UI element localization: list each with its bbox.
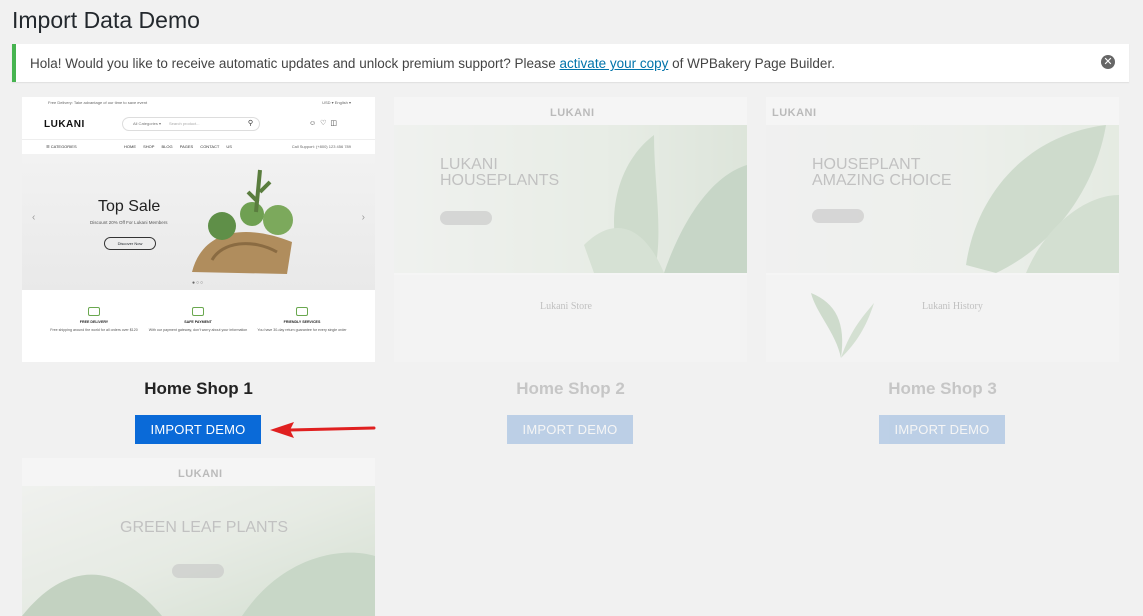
demo-title: Home Shop 2 bbox=[516, 379, 625, 398]
thumb-topbar: Free Delivery: Take advantage of our tim… bbox=[22, 97, 375, 107]
plant-image bbox=[966, 125, 1119, 273]
demo-thumbnail[interactable]: LUKANI LUKANI HOUSEPLANTS Lukani Store bbox=[394, 97, 747, 362]
feature-text: Free shipping around the world for all o… bbox=[50, 328, 138, 332]
page-title: Import Data Demo bbox=[12, 7, 200, 33]
thumb-topbar-right: USD ▾ English ▾ bbox=[322, 100, 351, 105]
thumb-logo: LUKANI bbox=[772, 107, 817, 119]
thumb-hero: GREEN LEAF PLANTS bbox=[22, 486, 375, 616]
demo-title: Home Shop 1 bbox=[144, 379, 253, 398]
thumb-lower: Lukani History bbox=[766, 275, 1119, 362]
thumb-hero: LUKANI HOUSEPLANTS bbox=[394, 125, 747, 273]
feature-name: FRIENDLY SERVICES bbox=[283, 320, 321, 324]
thumb-search: All Categories ▾ Search product... ⚲ bbox=[122, 117, 260, 131]
thumb-features: FREE DELIVERY Free shipping around the w… bbox=[22, 307, 375, 362]
thumb-hero-button: Discover Now bbox=[104, 237, 156, 250]
thumb-lower: Lukani Store bbox=[394, 275, 747, 362]
chevron-left-icon: ‹ bbox=[32, 212, 36, 223]
demo-card-home-shop-3: LUKANI HOUSEPLANT AMAZING CHOICE Lukani … bbox=[766, 97, 1119, 444]
thumb-topbar-left: Free Delivery: Take advantage of our tim… bbox=[48, 100, 148, 105]
notice-message: Hola! Would you like to receive automati… bbox=[30, 56, 835, 71]
thumb-nav-categories: ☰ CATEGORIES bbox=[46, 144, 77, 149]
feature-item: FREE DELIVERY Free shipping around the w… bbox=[44, 307, 144, 332]
truck-icon bbox=[88, 307, 100, 316]
thumb-header-icons: ☺♡◫ bbox=[309, 119, 341, 127]
thumb-search-category: All Categories ▾ bbox=[133, 121, 162, 126]
import-demo-button[interactable]: IMPORT DEMO bbox=[507, 415, 633, 444]
update-notice: Hola! Would you like to receive automati… bbox=[12, 44, 1129, 82]
demo-title: Home Shop 3 bbox=[888, 379, 997, 398]
demo-card-home-shop-2: LUKANI LUKANI HOUSEPLANTS Lukani Store H… bbox=[394, 97, 747, 444]
feature-item: SAFE PAYMENT With our payment gateway, d… bbox=[148, 307, 248, 332]
slider-dots: ●○○ bbox=[192, 280, 205, 286]
thumb-hero-line1: LUKANI bbox=[440, 156, 498, 173]
plant-image bbox=[584, 135, 747, 273]
thumb-logo: LUKANI bbox=[44, 119, 85, 130]
thumb-hero-line2: HOUSEPLANTS bbox=[440, 172, 560, 189]
thumb-lower-title: Lukani Store bbox=[540, 301, 592, 312]
notice-text: Hola! Would you like to receive automati… bbox=[30, 56, 560, 71]
feature-name: FREE DELIVERY bbox=[79, 320, 109, 324]
plant-image bbox=[811, 293, 874, 358]
demo-thumbnail[interactable]: LUKANI HOUSEPLANT AMAZING CHOICE Lukani … bbox=[766, 97, 1119, 362]
thumb-hero: HOUSEPLANT AMAZING CHOICE bbox=[766, 125, 1119, 273]
arrow-pointer-icon bbox=[270, 422, 376, 438]
demo-thumbnail[interactable]: Free Delivery: Take advantage of our tim… bbox=[22, 97, 375, 362]
card-icon bbox=[192, 307, 204, 316]
feature-item: FRIENDLY SERVICES You have 30-day return… bbox=[252, 307, 352, 332]
activate-link[interactable]: activate your copy bbox=[560, 56, 669, 71]
service-icon bbox=[296, 307, 308, 316]
thumb-nav-links: HOME SHOP BLOG PAGES CONTACT US bbox=[124, 144, 232, 149]
feature-name: SAFE PAYMENT bbox=[184, 320, 212, 324]
feature-text: With our payment gateway, don't worry ab… bbox=[148, 328, 248, 332]
demo-thumbnail[interactable]: LUKANI GREEN LEAF PLANTS bbox=[22, 458, 375, 616]
user-icon: ☺ bbox=[308, 120, 321, 127]
heart-icon: ♡ bbox=[320, 120, 331, 127]
import-demo-button[interactable]: IMPORT DEMO bbox=[879, 415, 1005, 444]
thumb-hero-title: Top Sale bbox=[98, 198, 161, 215]
cart-icon: ◫ bbox=[330, 120, 341, 127]
thumb-lower-title: Lukani History bbox=[922, 301, 983, 312]
thumb-hero-line1: HOUSEPLANT bbox=[812, 156, 921, 173]
thumb-hero-subtitle: Discount 20% Off For Lukani Members bbox=[90, 220, 168, 225]
thumb-logo: LUKANI bbox=[178, 468, 223, 480]
demo-card-home-shop-1: Free Delivery: Take advantage of our tim… bbox=[22, 97, 375, 444]
feature-text: You have 30-day return guarantee for eve… bbox=[257, 328, 347, 332]
thumb-nav-phone: Call Support: (+800) 123 456 789 bbox=[291, 144, 351, 149]
thumb-search-placeholder: Search product... bbox=[169, 121, 200, 126]
thumb-hero-button bbox=[440, 211, 492, 225]
dismiss-icon[interactable]: ✕ bbox=[1101, 55, 1115, 69]
thumb-nav: ☰ CATEGORIES HOME SHOP BLOG PAGES CONTAC… bbox=[22, 139, 375, 155]
chevron-right-icon: › bbox=[361, 212, 365, 223]
search-icon: ⚲ bbox=[247, 120, 253, 127]
import-demo-button[interactable]: IMPORT DEMO bbox=[135, 415, 261, 444]
notice-text-after: of WPBakery Page Builder. bbox=[668, 56, 835, 71]
thumb-hero: ‹ › Top Sale Discount 20% Off For Lukani… bbox=[22, 154, 375, 290]
plant-image bbox=[22, 552, 375, 616]
plant-image bbox=[192, 169, 293, 274]
thumb-hero-button bbox=[812, 209, 864, 223]
demo-card-home-shop-4: LUKANI GREEN LEAF PLANTS bbox=[22, 458, 375, 616]
thumb-logo: LUKANI bbox=[550, 107, 595, 119]
